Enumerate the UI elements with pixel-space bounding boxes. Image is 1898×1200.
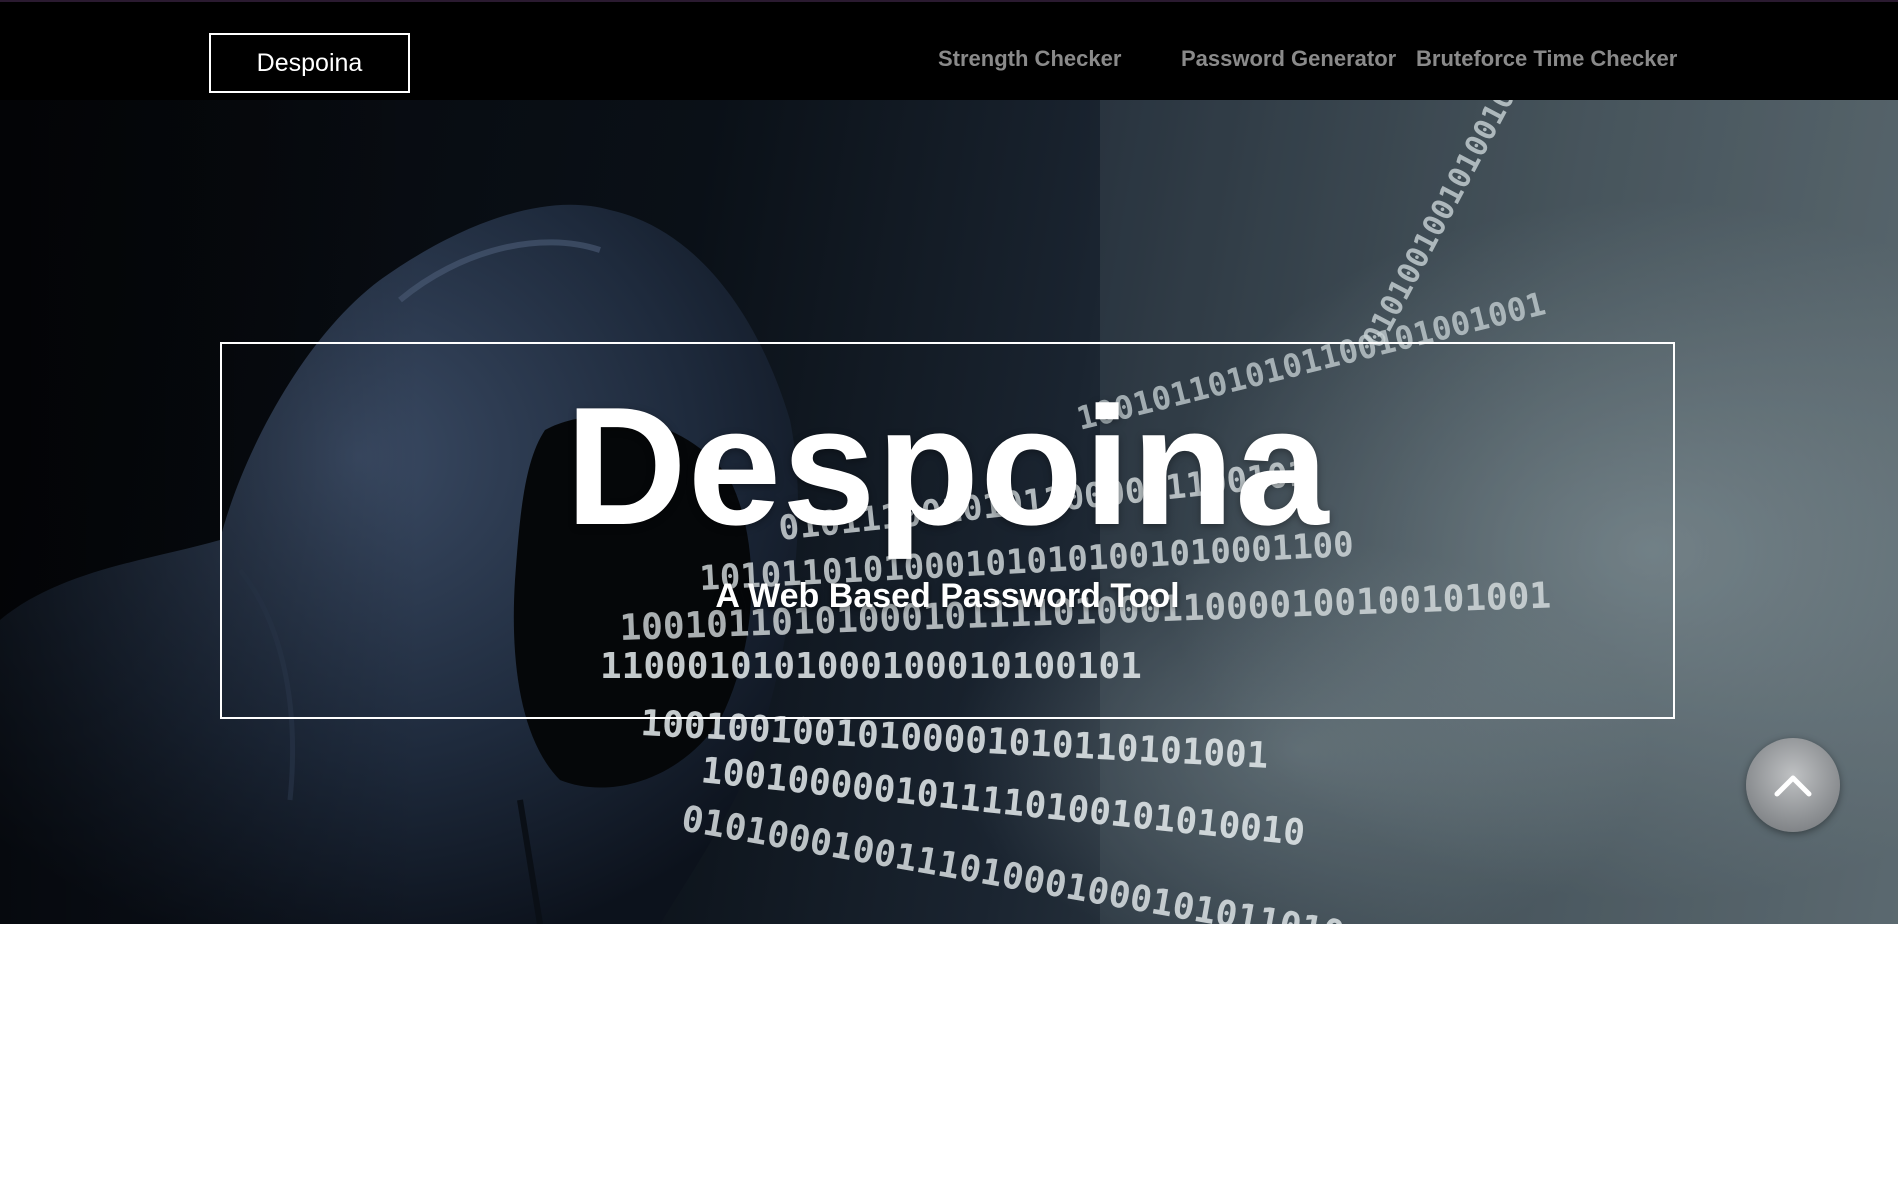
page: Despoina Strength Checker Password Gener… [0,0,1898,1200]
top-navbar: Despoina Strength Checker Password Gener… [0,0,1898,100]
hero-subtitle: A Web Based Password Tool [715,577,1180,615]
nav-link-bruteforce-time-checker[interactable]: Bruteforce Time Checker [1416,46,1677,72]
nav-link-password-generator[interactable]: Password Generator [1181,46,1396,72]
nav-link-strength-checker[interactable]: Strength Checker [938,46,1121,72]
brand-button[interactable]: Despoina [209,33,410,93]
hero-section: 0101001001010010101 10010110101011001010… [0,100,1898,924]
page-body [0,924,1898,1200]
hero-title-box: Despoina A Web Based Password Tool [220,342,1675,719]
scroll-to-top-button[interactable] [1746,738,1840,832]
chevron-up-icon [1774,775,1812,797]
hero-title: Despoina [565,372,1330,560]
